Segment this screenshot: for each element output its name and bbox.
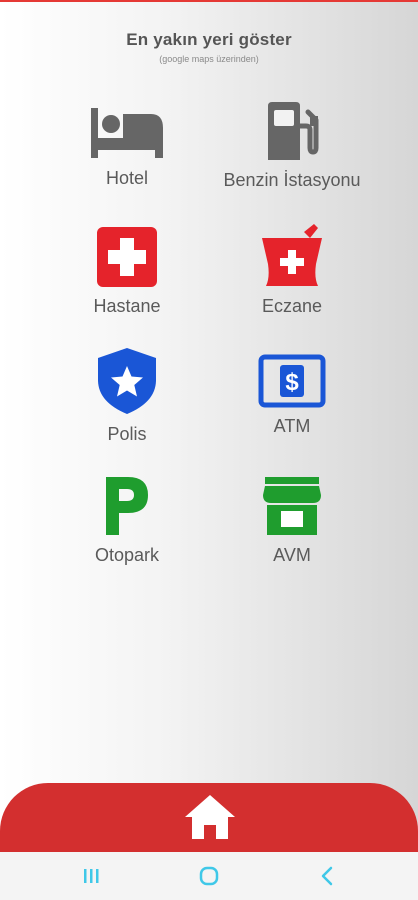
place-atm[interactable]: $ ATM — [197, 354, 387, 437]
home-circle-icon — [199, 866, 219, 886]
place-label: Benzin İstasyonu — [223, 170, 361, 190]
system-navbar — [0, 852, 418, 900]
place-label: ATM — [273, 416, 311, 436]
pharmacy-mortar-icon — [262, 224, 322, 286]
svg-text:$: $ — [285, 369, 299, 396]
hospital-cross-icon — [97, 227, 157, 287]
top-accent-line — [0, 0, 418, 2]
recent-apps-button[interactable] — [78, 864, 104, 888]
place-parking[interactable]: Otopark — [32, 475, 222, 566]
back-button[interactable] — [314, 864, 340, 888]
place-fuel-station[interactable]: Benzin İstasyonu — [197, 100, 387, 191]
header: En yakın yeri göster (google maps üzerin… — [0, 30, 418, 64]
page-title: En yakın yeri göster — [126, 30, 292, 49]
home-icon — [185, 795, 235, 839]
place-label: Polis — [107, 424, 147, 444]
home-nav-button[interactable] — [196, 864, 222, 888]
place-police[interactable]: Polis — [32, 346, 222, 445]
shopping-store-icon — [263, 477, 321, 535]
place-label: AVM — [273, 545, 311, 565]
place-label: Otopark — [94, 545, 160, 565]
place-label: Hastane — [93, 296, 161, 316]
recent-apps-icon — [84, 869, 99, 883]
fuel-pump-icon — [268, 102, 319, 160]
home-button[interactable] — [180, 790, 240, 844]
bed-icon — [91, 108, 163, 158]
place-label: Hotel — [105, 168, 149, 188]
parking-p-icon — [106, 477, 148, 535]
place-pharmacy[interactable]: Eczane — [197, 224, 387, 317]
atm-dollar-icon: $ — [258, 354, 326, 408]
place-label: Eczane — [261, 296, 323, 316]
place-mall[interactable]: AVM — [197, 475, 387, 566]
place-hotel[interactable]: Hotel — [32, 100, 222, 189]
back-chevron-icon — [321, 866, 333, 886]
place-hospital[interactable]: Hastane — [32, 226, 222, 317]
page-subtitle: (google maps üzerinden) — [159, 54, 259, 64]
police-shield-icon — [98, 348, 156, 414]
